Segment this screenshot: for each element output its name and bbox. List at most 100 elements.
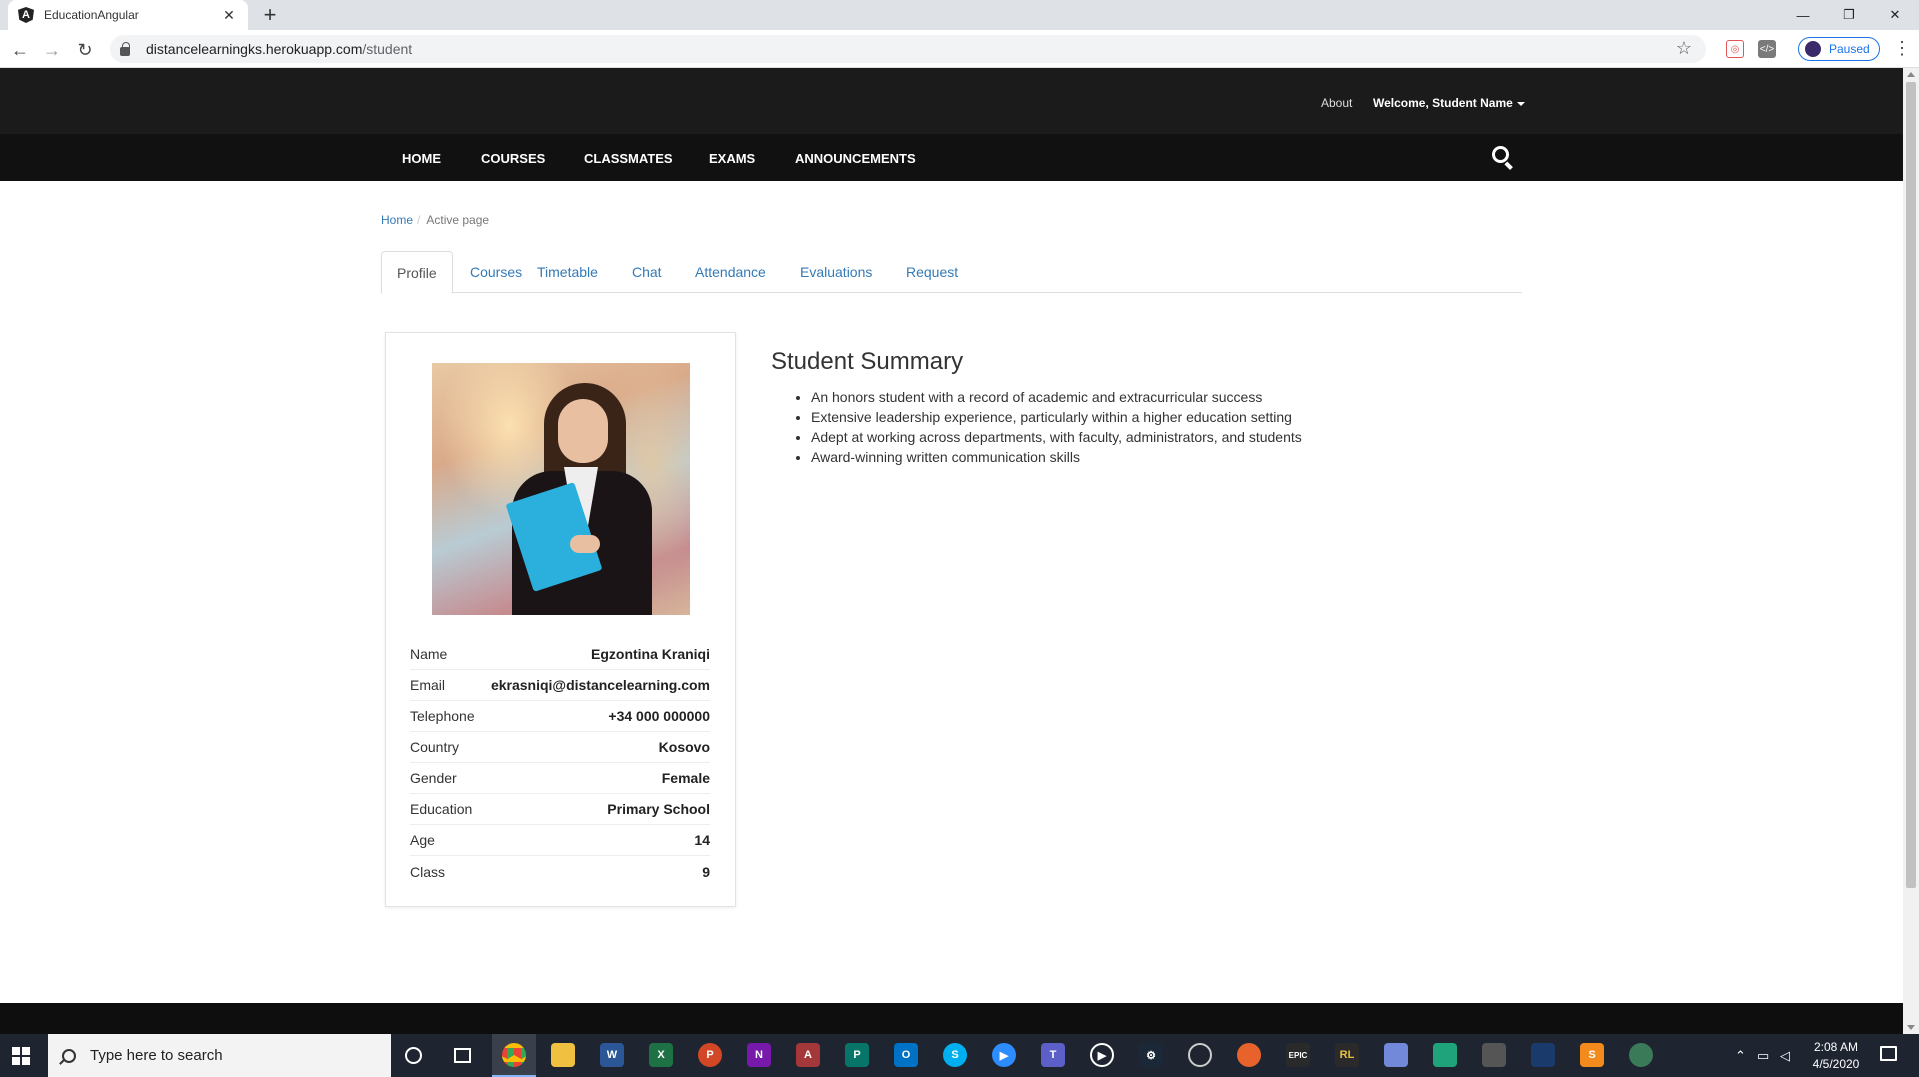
tab-timetable[interactable]: Timetable (522, 251, 613, 293)
windows-start-icon[interactable] (12, 1047, 30, 1065)
origin-icon[interactable] (1237, 1043, 1261, 1067)
user-menu[interactable]: Welcome, Student Name (1373, 96, 1525, 110)
rl-icon[interactable]: RL (1335, 1043, 1359, 1067)
restore-icon[interactable]: ❐ (1826, 0, 1872, 30)
profile-details: Name Egzontina Kraniqi Email ekrasniqi@dis… (410, 639, 710, 887)
address-bar[interactable]: distancelearningks.herokuapp.com/student… (110, 35, 1706, 63)
tab-profile[interactable]: Profile (381, 251, 453, 294)
browser-toolbar: ← → ↻ distancelearningks.herokuapp.com/s… (0, 30, 1919, 68)
app-icon[interactable] (1482, 1043, 1506, 1067)
file-explorer-icon[interactable] (551, 1043, 575, 1067)
summary-item: An honors student with a record of acade… (811, 387, 1302, 407)
page-scrollbar[interactable] (1903, 68, 1919, 1034)
detail-row-class: Class 9 (410, 863, 710, 880)
visual-studio-icon[interactable] (1531, 1043, 1555, 1067)
about-link[interactable]: About (1321, 96, 1352, 110)
nav-announcements[interactable]: ANNOUNCEMENTS (795, 151, 916, 166)
sublime-icon[interactable]: S (1580, 1043, 1604, 1067)
main-nav: HOME COURSES CLASSMATES EXAMS ANNOUNCEME… (0, 134, 1903, 181)
tab-title: EducationAngular (44, 8, 139, 22)
windows-taskbar: Type here to search W X P N A P O S ▶ T … (0, 1034, 1919, 1077)
scroll-thumb[interactable] (1906, 82, 1916, 888)
publisher-icon[interactable]: P (845, 1043, 869, 1067)
word-icon[interactable]: W (600, 1043, 624, 1067)
chrome-icon[interactable] (502, 1043, 526, 1067)
detail-row-country: Country Kosovo (410, 732, 710, 763)
summary-item: Adept at working across departments, wit… (811, 427, 1302, 447)
profile-button[interactable]: Paused (1798, 37, 1880, 61)
nav-exams[interactable]: EXAMS (709, 151, 755, 166)
outlook-icon[interactable]: O (894, 1043, 918, 1067)
scroll-up-icon[interactable] (1907, 72, 1915, 77)
window-close-icon[interactable]: ✕ (1872, 0, 1918, 30)
summary-item: Award-winning written communication skil… (811, 447, 1302, 467)
volume-icon[interactable]: ◁ (1780, 1048, 1790, 1064)
powerpoint-icon[interactable]: P (698, 1043, 722, 1067)
profile-status: Paused (1829, 42, 1870, 56)
detail-row-email: Email ekrasniqi@distancelearning.com (410, 670, 710, 701)
excel-icon[interactable]: X (649, 1043, 673, 1067)
summary-list: An honors student with a record of acade… (811, 387, 1302, 467)
student-photo (432, 363, 690, 615)
caret-down-icon (1516, 101, 1525, 106)
taskbar-search[interactable]: Type here to search (48, 1034, 391, 1077)
new-tab-button[interactable]: + (258, 3, 282, 27)
scroll-down-icon[interactable] (1907, 1025, 1915, 1030)
tray-chevron-icon[interactable]: ⌃ (1735, 1048, 1746, 1064)
network-icon[interactable]: ▭ (1757, 1048, 1769, 1064)
steam-icon[interactable]: ⚙ (1139, 1043, 1163, 1067)
close-icon[interactable]: ✕ (220, 7, 238, 24)
detail-row-gender: Gender Female (410, 763, 710, 794)
profile-avatar (1805, 41, 1821, 57)
discord-icon[interactable] (1384, 1043, 1408, 1067)
detail-row-name: Name Egzontina Kraniqi (410, 639, 710, 670)
detail-row-telephone: Telephone +34 000 000000 (410, 701, 710, 732)
summary-title: Student Summary (771, 348, 964, 375)
nav-courses[interactable]: COURSES (481, 151, 545, 166)
url-text: distancelearningks.herokuapp.com/student (146, 41, 413, 57)
minimize-icon[interactable]: — (1780, 0, 1826, 30)
detail-row-education: Education Primary School (410, 794, 710, 825)
profile-card: Name Egzontina Kraniqi Email ekrasniqi@dis… (385, 332, 736, 907)
onenote-icon[interactable]: N (747, 1043, 771, 1067)
notification-icon[interactable] (1880, 1046, 1897, 1061)
teams-icon[interactable]: T (1041, 1043, 1065, 1067)
tab-attendance[interactable]: Attendance (680, 251, 781, 293)
breadcrumb: Home / Active page (381, 213, 490, 227)
devtools-extension-icon[interactable]: </> (1758, 40, 1776, 58)
breadcrumb-home[interactable]: Home (381, 213, 413, 227)
cortana-icon[interactable] (405, 1047, 422, 1064)
tab-chat[interactable]: Chat (617, 251, 677, 293)
access-icon[interactable]: A (796, 1043, 820, 1067)
search-icon[interactable] (1492, 146, 1514, 170)
nav-home[interactable]: HOME (402, 151, 441, 166)
lock-icon (120, 41, 130, 56)
taskbar-clock[interactable]: 2:08 AM 4/5/2020 (1806, 1039, 1866, 1073)
search-icon (62, 1048, 76, 1063)
extension-icon[interactable]: ◎ (1726, 40, 1744, 58)
angular-icon: A (18, 7, 34, 23)
reload-icon[interactable]: ↻ (74, 39, 96, 61)
nav-classmates[interactable]: CLASSMATES (584, 151, 673, 166)
forward-icon[interactable]: → (41, 39, 63, 61)
breadcrumb-active: Active page (426, 213, 490, 227)
tab-evaluations[interactable]: Evaluations (785, 251, 887, 293)
media-player-icon[interactable]: ▶ (1090, 1043, 1114, 1067)
back-icon[interactable]: ← (9, 39, 31, 61)
task-view-icon[interactable] (454, 1048, 471, 1063)
taskbar-search-placeholder: Type here to search (90, 1047, 223, 1064)
paint-icon[interactable] (1629, 1043, 1653, 1067)
tab-request[interactable]: Request (891, 251, 973, 293)
skype-icon[interactable]: S (943, 1043, 967, 1067)
profile-tabs: Profile Courses Timetable Chat Attendanc… (381, 251, 1522, 294)
browser-tab[interactable]: A EducationAngular ✕ (8, 0, 248, 30)
browser-menu-icon[interactable]: ⋮ (1893, 38, 1911, 59)
browser-tabstrip: A EducationAngular ✕ + — ❐ ✕ (0, 0, 1919, 30)
site-footer (0, 1003, 1903, 1034)
epic-games-icon[interactable]: EPIC (1286, 1043, 1310, 1067)
bookmark-star-icon[interactable]: ☆ (1676, 38, 1692, 59)
app-icon[interactable] (1433, 1043, 1457, 1067)
zoom-icon[interactable]: ▶ (992, 1043, 1016, 1067)
obs-icon[interactable] (1188, 1043, 1212, 1067)
summary-item: Extensive leadership experience, particu… (811, 407, 1302, 427)
